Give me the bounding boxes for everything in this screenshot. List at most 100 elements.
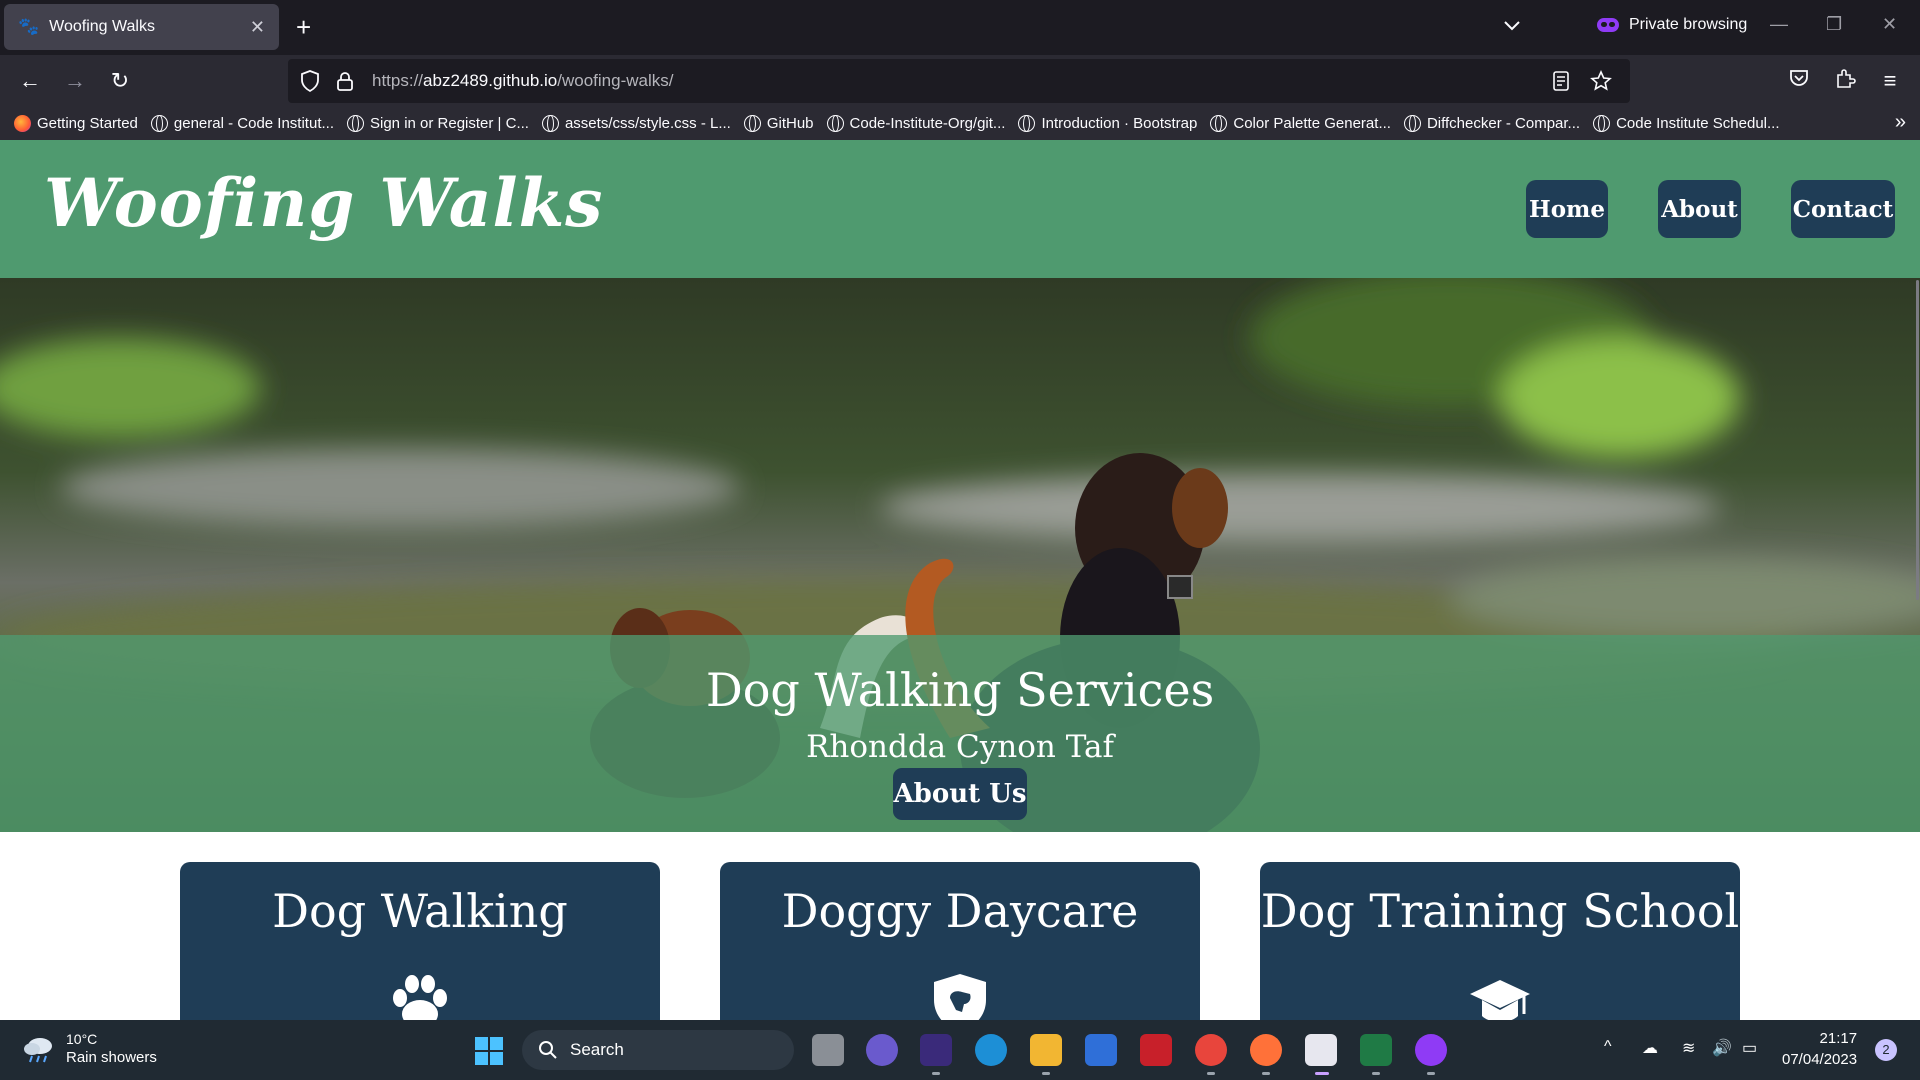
bookmarks-toolbar: Getting Started general - Code Institut.… [0, 107, 1920, 140]
firefox-private-icon[interactable] [1415, 1034, 1447, 1066]
running-indicator [1372, 1072, 1380, 1075]
globe-icon [1403, 115, 1421, 132]
system-clock[interactable]: 21:17 07/04/2023 [1782, 1028, 1857, 1070]
weather-widget[interactable]: 10°C Rain showers [22, 1030, 157, 1068]
reader-view-icon[interactable] [1550, 70, 1572, 92]
bookmark-item[interactable]: Introduction · Bootstrap [1018, 115, 1197, 132]
card-title: Doggy Daycare [781, 884, 1139, 938]
globe-icon [743, 115, 761, 132]
firefox-taskbar-icon[interactable] [1250, 1034, 1282, 1066]
back-button[interactable]: ← [16, 67, 44, 95]
bookmark-item[interactable]: Code-Institute-Org/git... [826, 115, 1005, 132]
show-hidden-icons-chevron-icon[interactable]: ^ [1604, 1038, 1612, 1056]
card-title: Dog Training School [1260, 884, 1740, 938]
address-bar[interactable]: https://abz2489.github.io/woofing-walks/ [288, 59, 1630, 103]
nav-home-link[interactable]: Home [1526, 180, 1608, 238]
extensions-icon[interactable] [1831, 67, 1859, 95]
graduation-cap-icon [1470, 980, 1530, 1020]
globe-icon [1018, 115, 1036, 132]
globe-icon [150, 115, 168, 132]
volume-icon[interactable]: 🔊 [1712, 1038, 1732, 1058]
task-view-icon[interactable] [812, 1034, 844, 1066]
hero-banner: Dog Walking Services Rhondda Cynon Taf A… [0, 635, 1920, 832]
nav-about-link[interactable]: About [1658, 180, 1741, 238]
onedrive-cloud-icon[interactable]: ☁ [1642, 1038, 1658, 1058]
paw-icon [393, 975, 447, 1020]
menu-hamburger-icon[interactable]: ≡ [1876, 67, 1904, 95]
forward-button[interactable]: → [61, 67, 89, 95]
browser-tab-strip: 🐾 Woofing Walks ✕ + Private browsing — ❐… [0, 0, 1920, 55]
paw-favicon-icon: 🐾 [18, 17, 40, 36]
pocket-icon[interactable] [1785, 67, 1813, 95]
rain-cloud-icon [24, 1038, 52, 1063]
mcafee-icon[interactable] [1140, 1034, 1172, 1066]
bookmark-star-icon[interactable] [1590, 70, 1612, 92]
running-indicator [932, 1072, 940, 1075]
active-indicator [1315, 1072, 1329, 1075]
clock-time: 21:17 [1819, 1030, 1858, 1047]
url-text[interactable]: https://abz2489.github.io/woofing-walks/ [372, 71, 1550, 91]
hero-subtitle: Rhondda Cynon Taf [806, 729, 1114, 765]
running-indicator [1427, 1072, 1435, 1075]
minimize-window-button[interactable]: — [1770, 14, 1788, 35]
bookmark-item[interactable]: general - Code Institut... [150, 115, 334, 132]
site-logo[interactable]: Woofing Walks [44, 164, 603, 242]
new-tab-button[interactable]: + [296, 12, 311, 42]
globe-icon [347, 115, 364, 132]
chat-icon[interactable] [866, 1034, 898, 1066]
close-tab-icon[interactable]: ✕ [250, 17, 265, 38]
web-page: Woofing Walks Home About Contact Dog Wal… [0, 140, 1920, 1020]
lock-icon[interactable] [336, 71, 354, 91]
browser-navigation-toolbar: ← → ↻ https://abz2489.github.io/woofing-… [0, 55, 1920, 107]
globe-icon [1593, 115, 1611, 132]
about-us-button[interactable]: About Us [893, 768, 1027, 820]
service-card-dog-walking[interactable]: Dog Walking [180, 862, 660, 1020]
bookmark-item[interactable]: Sign in or Register | C... [347, 115, 529, 132]
nav-contact-link[interactable]: Contact [1791, 180, 1895, 238]
tab-title: Woofing Walks [49, 18, 155, 35]
site-header: Woofing Walks Home About Contact [0, 140, 1920, 278]
globe-icon [826, 115, 844, 132]
running-indicator [1207, 1072, 1215, 1075]
chrome-icon[interactable] [1195, 1034, 1227, 1066]
running-indicator [1262, 1072, 1270, 1075]
reload-button[interactable]: ↻ [106, 67, 134, 95]
search-icon [539, 1041, 557, 1059]
bookmark-item[interactable]: Getting Started [14, 115, 138, 132]
private-mask-icon [1597, 18, 1619, 32]
private-browsing-label: Private browsing [1629, 16, 1748, 33]
battery-icon[interactable]: ▭ [1742, 1038, 1757, 1058]
service-card-dog-training-school[interactable]: Dog Training School [1260, 862, 1740, 1020]
browser-tab-active[interactable]: 🐾 Woofing Walks ✕ [4, 4, 279, 50]
chevron-down-icon[interactable] [1500, 14, 1524, 38]
bookmark-item[interactable]: Color Palette Generat... [1210, 115, 1391, 132]
edge-browser-icon[interactable] [975, 1034, 1007, 1066]
shield-icon[interactable] [300, 70, 320, 92]
globe-icon [541, 115, 559, 132]
bookmark-item[interactable]: assets/css/style.css - L... [541, 115, 731, 132]
bookmark-item[interactable]: GitHub [743, 115, 814, 132]
file-explorer-icon[interactable] [1030, 1034, 1062, 1066]
snipping-tool-icon[interactable] [1305, 1034, 1337, 1066]
windows-start-icon[interactable] [474, 1036, 504, 1066]
page-scrollbar-thumb[interactable] [1916, 280, 1919, 600]
hero-title: Dog Walking Services [705, 663, 1215, 717]
weather-condition: Rain showers [66, 1049, 157, 1066]
hero-section: Dog Walking Services Rhondda Cynon Taf A… [0, 278, 1920, 832]
weather-temperature: 10°C [66, 1031, 98, 1047]
amazon-music-icon[interactable] [920, 1034, 952, 1066]
service-card-doggy-daycare[interactable]: Doggy Daycare [720, 862, 1200, 1020]
bookmark-item[interactable]: Code Institute Schedul... [1593, 115, 1780, 132]
globe-icon [1210, 115, 1228, 132]
restore-window-button[interactable]: ❐ [1826, 14, 1842, 35]
microsoft-store-icon[interactable] [1085, 1034, 1117, 1066]
windows-taskbar: 10°C Rain showers Search ^ ☁ ≋ 🔊 ▭ 21:17… [0, 1020, 1920, 1080]
close-window-button[interactable]: ✕ [1882, 14, 1897, 35]
excel-icon[interactable] [1360, 1034, 1392, 1066]
more-bookmarks-chevron-icon[interactable]: » [1895, 111, 1906, 134]
dog-shield-icon [934, 974, 986, 1020]
wifi-icon[interactable]: ≋ [1682, 1038, 1695, 1058]
taskbar-search-box[interactable]: Search [522, 1030, 794, 1070]
notification-badge[interactable]: 2 [1875, 1039, 1897, 1061]
bookmark-item[interactable]: Diffchecker - Compar... [1403, 115, 1580, 132]
